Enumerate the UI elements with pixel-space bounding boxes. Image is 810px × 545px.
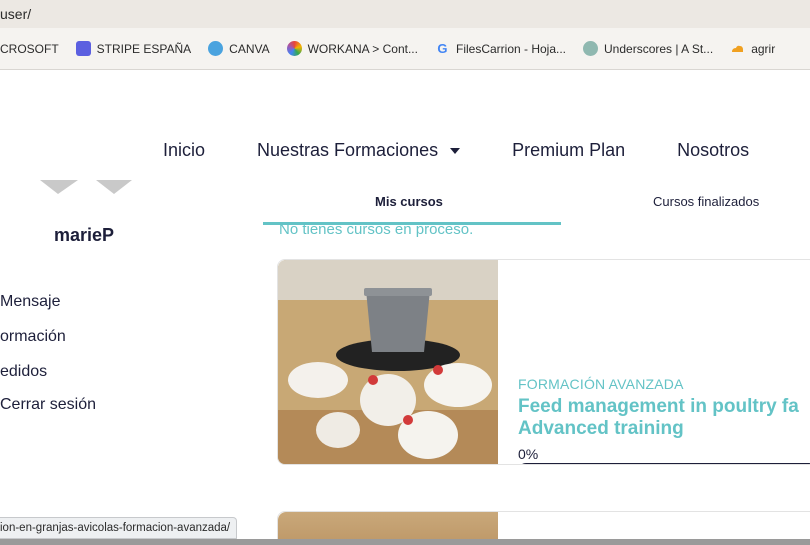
bookmark-agri[interactable]: agrir: [730, 41, 775, 56]
bookmark-workana[interactable]: WORKANA > Cont...: [286, 41, 418, 56]
workana-icon: [286, 41, 302, 56]
stripe-icon: [75, 41, 91, 56]
canva-icon: [208, 41, 224, 56]
bookmark-underscores[interactable]: Underscores | A St...: [583, 41, 713, 56]
status-bar-url: ion-en-granjas-avicolas-formacion-avanza…: [0, 517, 238, 539]
bookmark-label: agrir: [751, 41, 776, 56]
nav-premium-plan[interactable]: Premium Plan: [512, 140, 625, 161]
bookmark-microsoft[interactable]: CROSOFT: [0, 42, 59, 56]
nav-formaciones[interactable]: Nuestras Formaciones: [257, 140, 461, 161]
course-image: [278, 260, 498, 464]
tab-cursos-finalizados[interactable]: Cursos finalizados: [653, 194, 759, 209]
bookmark-label: FilesCarrion - Hoja...: [455, 41, 567, 56]
nav-inicio[interactable]: Inicio: [163, 140, 205, 161]
avatar: [40, 180, 132, 194]
google-icon: G: [437, 41, 448, 56]
tab-mis-cursos[interactable]: Mis cursos: [375, 194, 443, 209]
bookmark-label: Underscores | A St...: [604, 41, 714, 56]
main-nav: Inicio Nuestras Formaciones Premium Plan…: [163, 140, 801, 161]
bookmarks-bar: CROSOFT STRIPE ESPAÑA CANVA WORKANA > Co…: [0, 28, 810, 70]
nav-nosotros[interactable]: Nosotros: [677, 140, 749, 161]
profile-menu: Mensaje ormación edidos Cerrar sesión: [0, 292, 96, 430]
window-bottom-edge: [0, 539, 810, 545]
course-card[interactable]: FORMACIÓN AVANZADA Feed management in po…: [277, 259, 810, 465]
progress-bar: [518, 463, 810, 464]
bookmark-stripe[interactable]: STRIPE ESPAÑA: [75, 41, 192, 56]
course-tabs: Mis cursos Cursos finalizados: [263, 180, 810, 226]
course-category: FORMACIÓN AVANZADA: [518, 376, 684, 392]
bookmark-label: CANVA: [229, 41, 270, 56]
progress-label: 0%: [518, 446, 539, 462]
username: marieP: [54, 225, 115, 245]
bookmark-canva[interactable]: CANVA: [208, 41, 270, 56]
bookmark-label: CROSOFT: [0, 41, 59, 56]
bookmark-label: STRIPE ESPAÑA: [96, 41, 192, 56]
address-bar[interactable]: user/: [0, 0, 810, 28]
menu-item-formacion[interactable]: ormación: [0, 327, 96, 362]
url-text: user/: [0, 6, 32, 22]
menu-item-mensaje[interactable]: Mensaje: [0, 292, 96, 327]
page-content: Inicio Nuestras Formaciones Premium Plan…: [0, 70, 810, 545]
chevron-down-icon: [450, 148, 461, 155]
course-title[interactable]: Feed management in poultry fa Advanced t…: [518, 396, 810, 440]
nav-formaciones-label: Nuestras Formaciones: [257, 140, 439, 160]
underscores-icon: [583, 41, 599, 56]
cloud-icon: [730, 41, 745, 56]
bookmark-filescarrion[interactable]: G FilesCarrion - Hoja...: [435, 41, 566, 56]
bookmark-label: WORKANA > Cont...: [307, 41, 418, 56]
menu-item-cerrar-sesion[interactable]: Cerrar sesión: [0, 395, 96, 430]
menu-item-pedidos[interactable]: edidos: [0, 362, 96, 395]
empty-message: No tienes cursos en proceso.: [279, 221, 474, 238]
